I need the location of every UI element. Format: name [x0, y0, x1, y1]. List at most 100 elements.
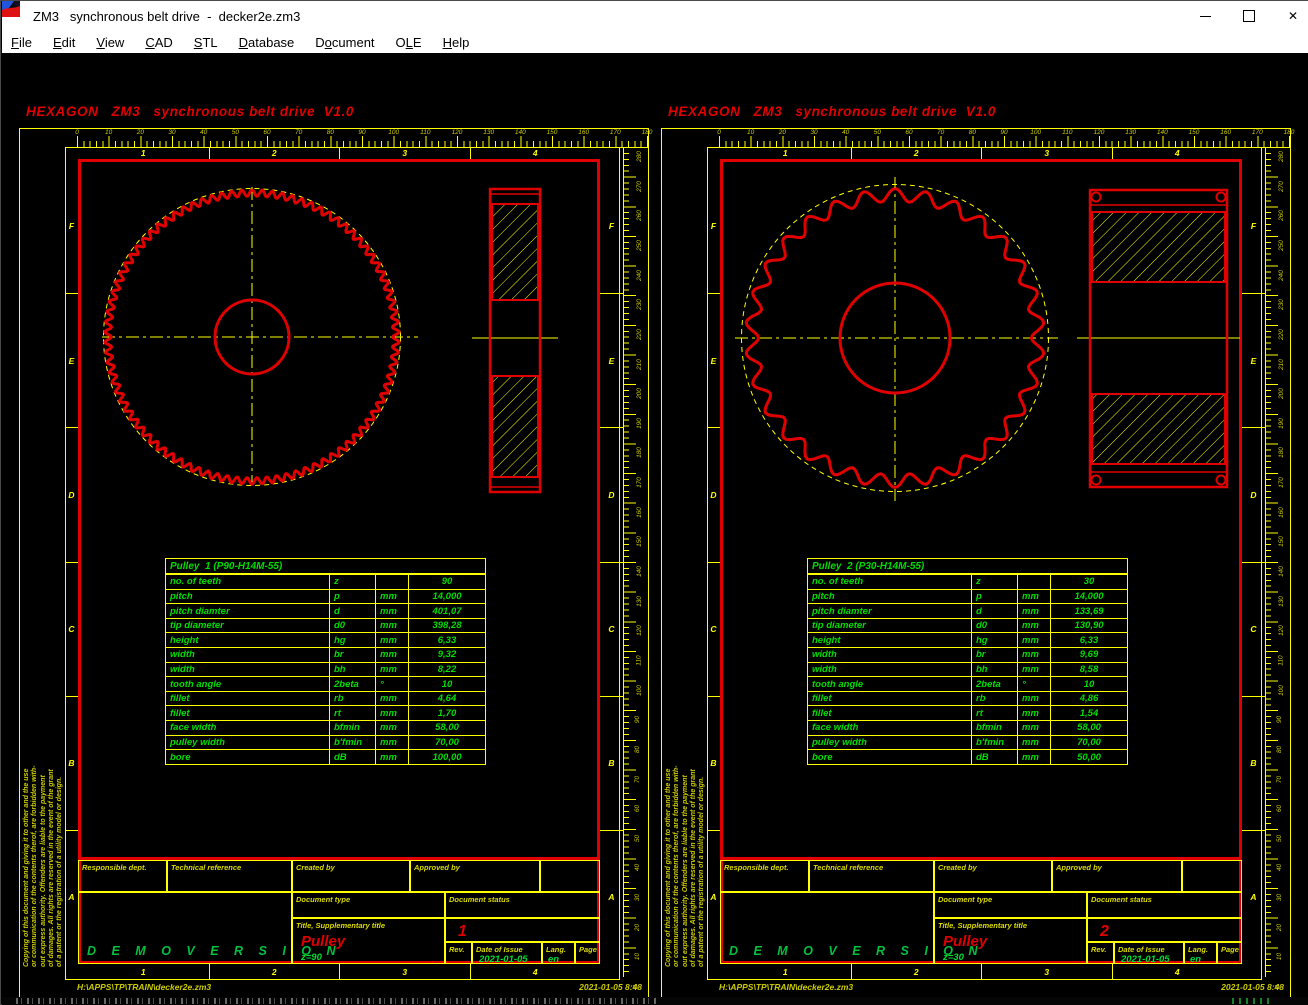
cell-lang: Lang.en — [1184, 942, 1217, 964]
menu-item-document[interactable]: Document — [315, 35, 374, 50]
table-cell-unit: mm — [1017, 736, 1050, 750]
table-cell-label: height — [808, 633, 971, 647]
table-cell-symbol: rb — [329, 692, 375, 706]
app-icon — [9, 8, 27, 24]
table-row: tip diameterd0mm398,28 — [166, 618, 485, 633]
table-cell-symbol: p — [971, 590, 1017, 604]
table-cell-value: 70,00 — [1050, 736, 1127, 750]
table-cell-unit: mm — [1017, 706, 1050, 720]
cell-date-of-issue-label: Date of Issue — [1118, 945, 1165, 954]
cell-rev: Rev. — [445, 942, 472, 964]
table-cell-label: fillet — [808, 706, 971, 720]
cell-document-status: Document status — [1087, 892, 1242, 918]
table-cell-symbol: bfmin — [329, 721, 375, 735]
pulley-data-table: Pulley 2 (P30-H14M-55)no. of teethz30pit… — [807, 558, 1128, 765]
cell-sheet-number: 2 — [1087, 918, 1242, 942]
footer-datetime: 2021-01-05 8:48 — [1221, 982, 1284, 992]
table-cell-value: 8,22 — [408, 663, 485, 677]
table-row: boredBmm50,00 — [808, 749, 1127, 764]
table-row: filletrtmm1,54 — [808, 705, 1127, 720]
cell-technical-reference-label: Technical reference — [813, 863, 883, 872]
lang-value: en — [548, 954, 559, 965]
table-cell-unit: mm — [375, 648, 408, 662]
cell-title-label: Title, Supplementary title — [938, 921, 1027, 930]
cell-document-type-label: Document type — [296, 895, 350, 904]
drawing-sheet-1[interactable]: HEXAGON ZM3 synchronous belt drive V1.00… — [19, 53, 659, 997]
cell-lang-label: Lang. — [1188, 945, 1208, 954]
table-cell-unit: mm — [375, 750, 408, 764]
table-title: Pulley 1 (P90-H14M-55) — [166, 559, 485, 574]
table-row: pitch diamterdmm401,07 — [166, 603, 485, 618]
document-title: Pulley — [943, 933, 987, 950]
copyright-line: of a patent or the registration of a uti… — [698, 631, 706, 967]
table-cell-value: 14,000 — [1050, 590, 1127, 604]
table-row: widthbhmm8,58 — [808, 662, 1127, 677]
table-cell-unit — [375, 575, 408, 589]
table-cell-symbol: d0 — [329, 619, 375, 633]
table-cell-unit: mm — [375, 619, 408, 633]
maximize-button[interactable] — [1242, 9, 1256, 23]
minimize-button[interactable] — [1198, 9, 1212, 23]
table-cell-value: 58,00 — [1050, 721, 1127, 735]
table-row: boredBmm100,00 — [166, 749, 485, 764]
close-button[interactable]: ✕ — [1286, 9, 1300, 23]
table-cell-value: 1,54 — [1050, 706, 1127, 720]
menu-item-cad[interactable]: CAD — [145, 35, 172, 50]
table-cell-value: 6,33 — [1050, 633, 1127, 647]
cell-created-by-label: Created by — [938, 863, 977, 872]
menu-item-help[interactable]: Help — [443, 35, 470, 50]
drawing-canvas[interactable]: HEXAGON ZM3 synchronous belt drive V1.00… — [2, 53, 1308, 997]
cell-created-by: Created by — [292, 860, 410, 892]
menu-item-database[interactable]: Database — [239, 35, 295, 50]
cell-demo: D E M O V E R S I O N — [720, 892, 934, 964]
cell-responsible-dept: Responsible dept. — [78, 860, 167, 892]
cell-page-label: Page — [1221, 945, 1239, 954]
table-cell-value: 50,00 — [1050, 750, 1127, 764]
copyright-line: Copying of this document and giving it t… — [23, 631, 31, 967]
table-row: tooth angle2beta°10 — [166, 676, 485, 691]
cell-created-by: Created by — [934, 860, 1052, 892]
cell-responsible-dept-label: Responsible dept. — [724, 863, 789, 872]
status-clipped-text — [16, 998, 656, 1004]
menu-item-view[interactable]: View — [96, 35, 124, 50]
app-window: ZM3 synchronous belt drive - decker2e.zm… — [0, 0, 1308, 1005]
cell-approved-by-label: Approved by — [1056, 863, 1102, 872]
table-cell-label: pulley width — [166, 736, 329, 750]
table-cell-symbol: hg — [971, 633, 1017, 647]
document-subtitle: z=30 — [943, 952, 964, 963]
table-cell-unit: mm — [1017, 721, 1050, 735]
drawing-sheet-2[interactable]: HEXAGON ZM3 synchronous belt drive V1.00… — [661, 53, 1301, 997]
sheet-header: HEXAGON ZM3 synchronous belt drive V1.0 — [668, 104, 996, 119]
table-cell-unit: mm — [375, 736, 408, 750]
window-title: ZM3 synchronous belt drive - decker2e.zm… — [33, 9, 300, 24]
table-cell-symbol: bh — [329, 663, 375, 677]
cell-document-type-label: Document type — [938, 895, 992, 904]
table-row: heighthgmm6,33 — [166, 632, 485, 647]
menu-item-edit[interactable]: Edit — [53, 35, 75, 50]
table-cell-unit: mm — [1017, 604, 1050, 618]
lang-value: en — [1190, 954, 1201, 965]
table-cell-value: 130,90 — [1050, 619, 1127, 633]
table-cell-value: 70,00 — [408, 736, 485, 750]
pulley-data-table: Pulley 1 (P90-H14M-55)no. of teethz90pit… — [165, 558, 486, 765]
table-cell-unit: mm — [1017, 750, 1050, 764]
table-cell-symbol: dB — [329, 750, 375, 764]
cell-responsible-dept: Responsible dept. — [720, 860, 809, 892]
table-cell-label: bore — [166, 750, 329, 764]
menu-item-stl[interactable]: STL — [194, 35, 218, 50]
table-cell-label: pulley width — [808, 736, 971, 750]
table-row: tip diameterd0mm130,90 — [808, 618, 1127, 633]
table-cell-symbol: 2beta — [329, 677, 375, 691]
cell-page: Page — [1217, 942, 1242, 964]
table-cell-label: fillet — [166, 692, 329, 706]
menu-item-file[interactable]: File — [11, 35, 32, 50]
cell-approved-by-label: Approved by — [414, 863, 460, 872]
cell-empty-top — [1182, 860, 1242, 892]
menu-item-ole[interactable]: OLE — [396, 35, 422, 50]
copyright-line: out express authority. Offenders are lia… — [682, 631, 690, 967]
footer-file-path: H:\APPS\TP\TRAIN\decker2e.zm3 — [719, 982, 853, 992]
table-cell-unit: ° — [375, 677, 408, 691]
cell-technical-reference: Technical reference — [809, 860, 934, 892]
table-cell-value: 90 — [408, 575, 485, 589]
footer-datetime: 2021-01-05 8:48 — [579, 982, 642, 992]
